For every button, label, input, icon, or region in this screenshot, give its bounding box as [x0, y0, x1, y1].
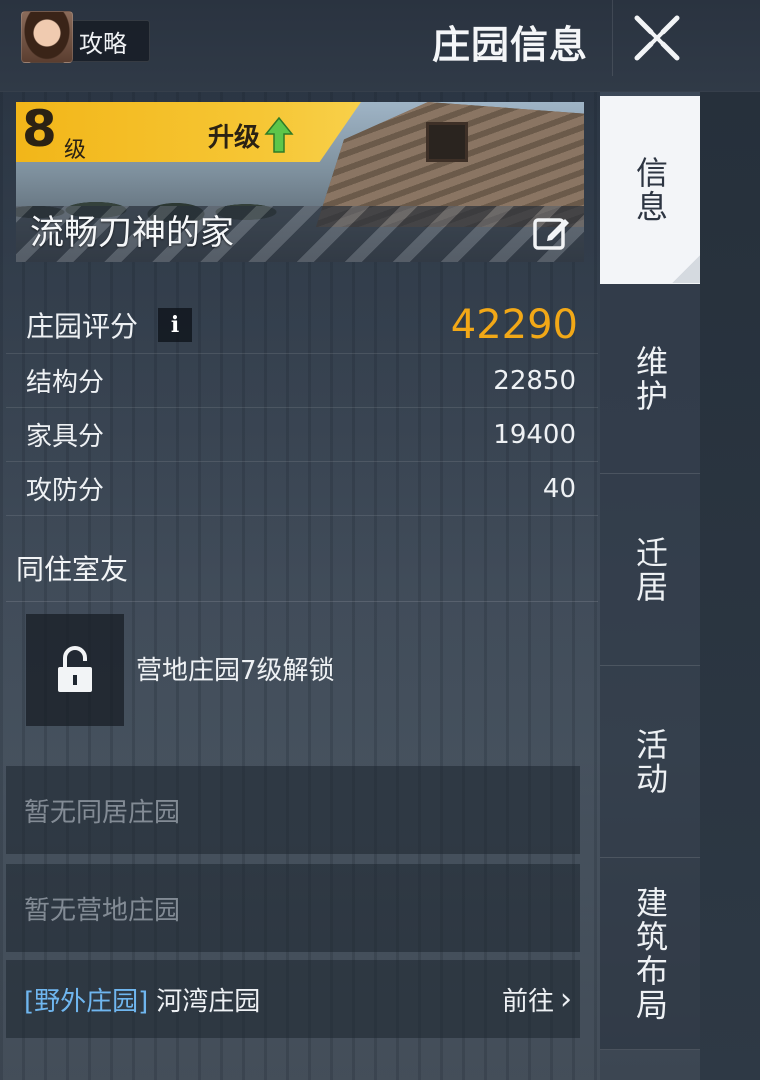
close-button[interactable]	[612, 0, 700, 76]
no-cohabit-text: 暂无同居庄园	[24, 797, 181, 828]
background-right	[700, 90, 760, 1080]
tab-building-layout-label: 建筑布局	[631, 885, 669, 1022]
side-tabs: 信息 维护 迁居 活动 建筑布局	[600, 96, 700, 1080]
top-bar: 攻略 庄园信息	[0, 0, 760, 92]
tab-relocate[interactable]: 迁居	[600, 474, 700, 666]
structure-score-value: 22850	[493, 365, 576, 396]
estate-score-row: 庄园评分 i 42290	[6, 296, 598, 354]
structure-score-row: 结构分 22850	[6, 354, 598, 408]
page-title: 庄园信息	[432, 23, 589, 67]
home-name: 流畅刀神的家	[30, 213, 234, 253]
upgrade-label: 升级	[208, 122, 261, 153]
unlock-hint: 营地庄园7级解锁	[136, 656, 335, 686]
tab-activity[interactable]: 活动	[600, 666, 700, 858]
upgrade-arrow-icon	[264, 116, 294, 153]
banner-house-window	[426, 122, 468, 162]
wild-estate-name: 河湾庄园	[156, 986, 261, 1017]
furniture-score-row: 家具分 19400	[6, 408, 598, 462]
chevron-right-icon: ›	[560, 981, 572, 1017]
level-unit: 级	[64, 138, 87, 163]
close-icon	[634, 15, 679, 61]
upgrade-button[interactable]: 升级	[208, 116, 294, 154]
avatar	[21, 11, 73, 63]
estate-score-label: 庄园评分	[26, 309, 139, 343]
tab-maintenance[interactable]: 维护	[600, 284, 700, 474]
info-panel: 8 级 升级 流畅刀神的家 庄园评分 i 42290 结构分 22850 家具分…	[6, 96, 598, 1080]
lock-icon	[58, 646, 92, 692]
wild-estate-tag: [野外庄园]	[24, 986, 149, 1017]
tab-maintenance-label: 维护	[631, 344, 669, 413]
tab-activity-label: 活动	[631, 727, 669, 796]
section-divider	[6, 601, 598, 602]
guide-label: 攻略	[79, 29, 127, 58]
cohabit-estate-card: 暂无同居庄园	[6, 766, 580, 854]
tab-info[interactable]: 信息	[600, 96, 700, 284]
estate-score-value: 42290	[450, 301, 578, 348]
home-banner: 8 级 升级 流畅刀神的家	[16, 102, 584, 262]
defense-score-value: 40	[542, 473, 576, 504]
tab-building-layout[interactable]: 建筑布局	[600, 858, 700, 1050]
roommates-title: 同住室友	[16, 553, 129, 586]
furniture-score-label: 家具分	[26, 422, 105, 452]
structure-score-label: 结构分	[26, 368, 105, 398]
level-number: 8	[22, 102, 57, 158]
defense-score-row: 攻防分 40	[6, 462, 598, 516]
camp-estate-card: 暂无营地庄园	[6, 864, 580, 952]
home-name-bar: 流畅刀神的家	[16, 206, 584, 262]
tab-relocate-label: 迁居	[631, 535, 669, 604]
info-icon[interactable]: i	[158, 307, 192, 342]
guide-button[interactable]: 攻略	[21, 11, 150, 63]
no-camp-text: 暂无营地庄园	[24, 895, 181, 926]
roommate-slot-locked[interactable]	[26, 614, 124, 726]
wild-estate-card[interactable]: [野外庄园] 河湾庄园 前往 ›	[6, 960, 580, 1038]
tab-info-label: 信息	[631, 155, 669, 224]
goto-button[interactable]: 前往 ›	[502, 981, 572, 1018]
defense-score-label: 攻防分	[26, 476, 105, 506]
edit-icon[interactable]	[532, 212, 572, 252]
furniture-score-value: 19400	[493, 419, 576, 450]
goto-label: 前往	[501, 986, 554, 1017]
level-strip: 8 级 升级	[16, 102, 361, 162]
